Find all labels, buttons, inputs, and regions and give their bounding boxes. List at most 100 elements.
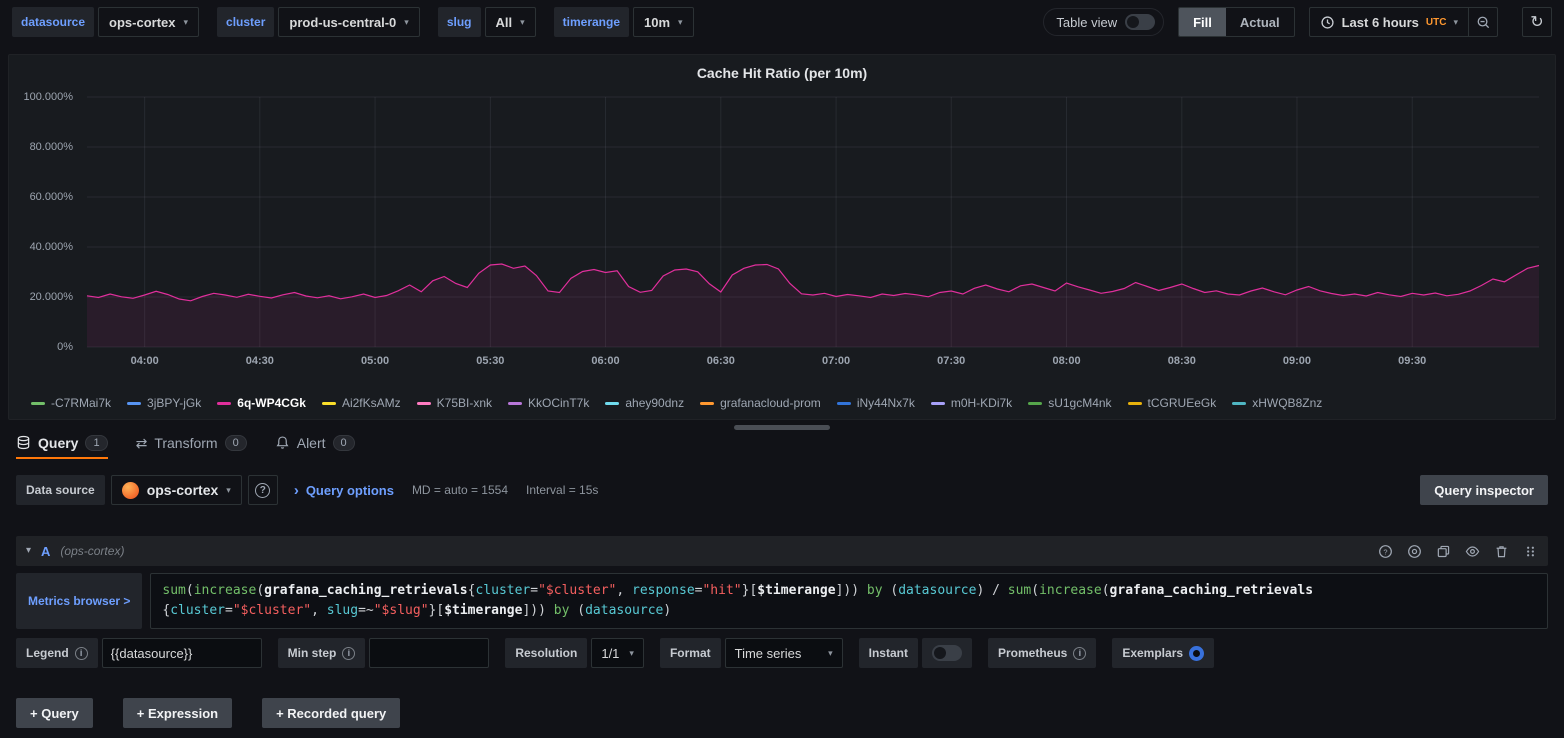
- expr-token: }[: [742, 583, 758, 598]
- grip-dots-icon: [1523, 544, 1538, 559]
- min-step-option-label: Min step i: [278, 638, 366, 668]
- option-label-text: Format: [670, 646, 711, 660]
- legend-item[interactable]: m0H-KDi7k: [931, 396, 1012, 410]
- graph-panel: Cache Hit Ratio (per 10m) 0%20.000%40.00…: [8, 54, 1556, 420]
- refresh-icon: ↻: [1530, 12, 1543, 32]
- time-controls: Last 6 hours UTC ▾: [1309, 7, 1498, 37]
- tab-alert[interactable]: Alert 0: [275, 426, 355, 459]
- time-range-picker[interactable]: Last 6 hours UTC ▾: [1309, 7, 1469, 37]
- legend-label: Ai2fKsAMz: [342, 396, 401, 410]
- info-icon[interactable]: i: [1073, 647, 1086, 660]
- add-expression-button[interactable]: + Expression: [123, 698, 232, 728]
- plot-area[interactable]: 04:0004:3005:0005:3006:0006:3007:0007:30…: [87, 97, 1539, 347]
- database-icon: [16, 435, 31, 450]
- data-source-help-button[interactable]: ?: [248, 475, 278, 505]
- legend-swatch: [1028, 402, 1042, 405]
- exemplars-toggle-icon[interactable]: [1189, 646, 1204, 661]
- expr-token: $timerange: [444, 603, 522, 618]
- expr-token: by: [554, 603, 570, 618]
- info-icon[interactable]: i: [75, 647, 88, 660]
- legend-swatch: [322, 402, 336, 405]
- legend-swatch: [605, 402, 619, 405]
- legend-label: KkOCinT7k: [528, 396, 589, 410]
- grafana-logo-icon: [122, 482, 139, 499]
- table-view-label: Table view: [1056, 15, 1117, 30]
- chevron-down-icon: ▾: [226, 486, 231, 495]
- zoom-out-button[interactable]: [1468, 7, 1498, 37]
- legend-item[interactable]: Ai2fKsAMz: [322, 396, 401, 410]
- clock-icon: [1320, 15, 1335, 30]
- legend-item[interactable]: 3jBPY-jGk: [127, 396, 201, 410]
- table-view-toggle[interactable]: [1125, 14, 1155, 30]
- refresh-button[interactable]: ↻: [1522, 7, 1552, 37]
- x-tick-label: 09:30: [1398, 355, 1426, 367]
- variable-dropdown-timerange[interactable]: 10m ▾: [633, 7, 694, 37]
- variable-dropdown-datasource[interactable]: ops-cortex ▾: [98, 7, 199, 37]
- legend-item[interactable]: grafanacloud-prom: [700, 396, 821, 410]
- variable-value: prod-us-central-0: [289, 15, 396, 30]
- tab-query[interactable]: Query 1: [16, 426, 108, 459]
- drag-handle-icon[interactable]: [1522, 543, 1538, 559]
- expr-token: ): [663, 603, 671, 618]
- data-source-picker[interactable]: ops-cortex ▾: [111, 475, 242, 505]
- legend-item[interactable]: -C7RMai7k: [31, 396, 111, 410]
- query-history-button[interactable]: [1406, 543, 1422, 559]
- timezone-badge: UTC: [1426, 17, 1447, 28]
- toggle-knob: [1127, 16, 1139, 28]
- remove-query-button[interactable]: [1493, 543, 1509, 559]
- legend-item[interactable]: xHWQB8Znz: [1232, 396, 1322, 410]
- variable-value: ops-cortex: [109, 15, 175, 30]
- chevron-down-icon: ▾: [404, 18, 409, 27]
- expr-token: (: [256, 583, 264, 598]
- legend-label: -C7RMai7k: [51, 396, 111, 410]
- expr-token: (: [883, 583, 899, 598]
- data-source-row: Data source ops-cortex ▾ ? › Query optio…: [16, 474, 1548, 506]
- variable-label-slug: slug: [438, 7, 481, 37]
- actual-button[interactable]: Actual: [1226, 8, 1294, 36]
- toggle-knob: [934, 647, 946, 659]
- x-tick-label: 05:00: [361, 355, 389, 367]
- legend-item[interactable]: sU1gcM4nk: [1028, 396, 1111, 410]
- tab-transform[interactable]: ⇄ Transform 0: [136, 426, 247, 459]
- legend-item[interactable]: KkOCinT7k: [508, 396, 589, 410]
- legend-swatch: [837, 402, 851, 405]
- min-step-input[interactable]: [369, 638, 489, 668]
- expr-token: }[: [429, 603, 445, 618]
- query-expression[interactable]: sum(increase(grafana_caching_retrievals{…: [150, 573, 1548, 629]
- legend-item[interactable]: ahey90dnz: [605, 396, 684, 410]
- fill-button[interactable]: Fill: [1179, 8, 1226, 36]
- duplicate-query-button[interactable]: [1435, 543, 1451, 559]
- variable-dropdown-cluster[interactable]: prod-us-central-0 ▾: [278, 7, 419, 37]
- format-option-label: Format: [660, 638, 721, 668]
- eye-icon: [1465, 544, 1480, 559]
- legend-item[interactable]: tCGRUEeGk: [1128, 396, 1217, 410]
- add-recorded-query-button[interactable]: + Recorded query: [262, 698, 400, 728]
- format-select[interactable]: Time series ▾: [725, 638, 843, 668]
- view-mode-group: Fill Actual: [1178, 7, 1295, 37]
- legend-item[interactable]: iNy44Nx7k: [837, 396, 915, 410]
- x-tick-label: 05:30: [476, 355, 504, 367]
- expr-token: (: [1031, 583, 1039, 598]
- legend-item[interactable]: 6q-WP4CGk: [217, 396, 306, 410]
- panel-title[interactable]: Cache Hit Ratio (per 10m): [9, 65, 1555, 81]
- legend-item[interactable]: K75BI-xnk: [417, 396, 492, 410]
- expr-token: grafana_caching_retrievals: [264, 583, 468, 598]
- legend-swatch: [1232, 402, 1246, 405]
- query-help-button[interactable]: ?: [1377, 543, 1393, 559]
- chevron-down-icon: ▾: [520, 18, 525, 27]
- resolution-option-label: Resolution: [505, 638, 587, 668]
- info-icon[interactable]: i: [342, 647, 355, 660]
- variable-dropdown-slug[interactable]: All ▾: [485, 7, 536, 37]
- query-inspector-button[interactable]: Query inspector: [1420, 475, 1548, 505]
- query-options-toggle[interactable]: › Query options: [294, 483, 394, 498]
- instant-toggle[interactable]: [932, 645, 962, 661]
- legend-label: ahey90dnz: [625, 396, 684, 410]
- disable-query-button[interactable]: [1464, 543, 1480, 559]
- data-source-name: ops-cortex: [147, 482, 219, 498]
- y-tick-label: 100.000%: [23, 91, 73, 103]
- legend-input[interactable]: [102, 638, 262, 668]
- add-query-button[interactable]: + Query: [16, 698, 93, 728]
- query-row-header[interactable]: ▾ A (ops-cortex) ?: [16, 536, 1548, 566]
- resolution-select[interactable]: 1/1 ▾: [591, 638, 644, 668]
- metrics-browser-button[interactable]: Metrics browser >: [16, 573, 142, 629]
